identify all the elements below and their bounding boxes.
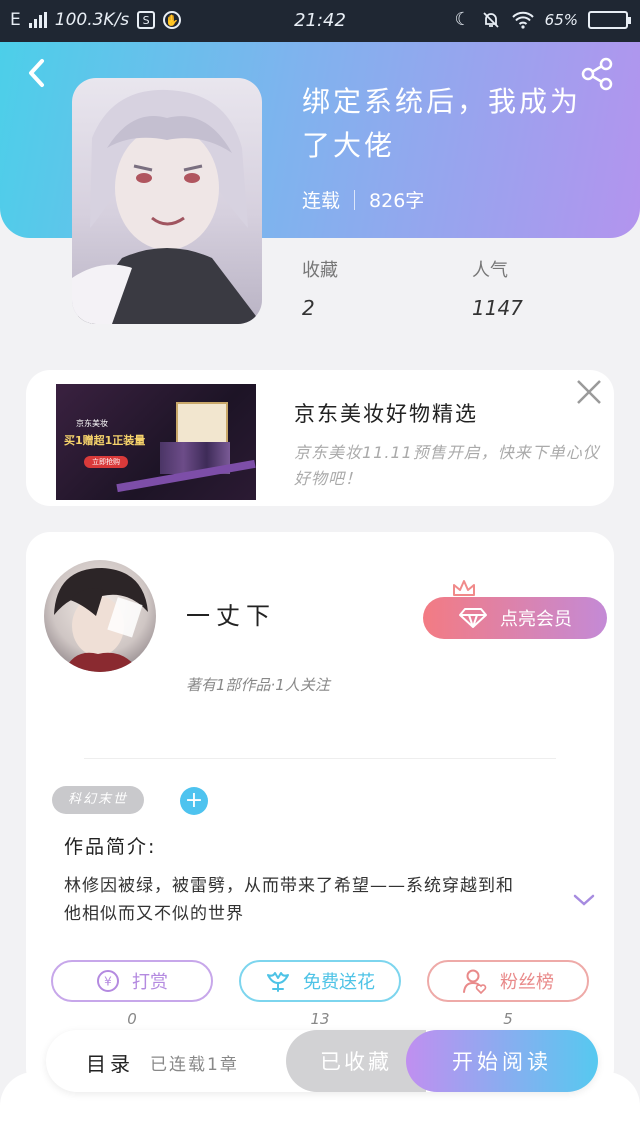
ad-image: 京东美妆 买1赠超1正装量 立即抢购 (56, 384, 256, 500)
flower-count: 13 (310, 1010, 330, 1028)
intro-text: 林修因被绿，被雷劈，从而带来了希望——系统穿越到和他相似而又不似的世界 (64, 876, 514, 924)
favorites-label: 收藏 (302, 260, 338, 281)
meta-divider (354, 189, 356, 210)
author-name[interactable]: 一丈下 (186, 596, 276, 631)
popularity-stat: 人气 1147 (472, 256, 523, 320)
yen-coin-icon: ¥ (97, 970, 119, 992)
battery-percent: 65% (544, 10, 578, 29)
fan-rank-label: 粉丝榜 (500, 972, 554, 993)
ad-card[interactable]: 京东美妆 买1赠超1正装量 立即抢购 京东美妆好物精选 京东美妆11.11预售开… (26, 370, 614, 506)
close-icon[interactable] (575, 378, 603, 406)
tip-count: 0 (127, 1010, 137, 1028)
start-reading-button[interactable]: 开始阅读 (406, 1030, 598, 1092)
status-right: ☾ 65% (454, 9, 631, 30)
crown-icon (453, 580, 475, 596)
diamond-icon (459, 608, 487, 628)
send-flower-button[interactable]: 免费送花 (239, 960, 401, 1002)
word-count: 826字 (369, 190, 425, 212)
favorites-stat: 收藏 2 (302, 256, 338, 320)
ad-description: 京东美妆11.11预售开启，快来下单心仪好物吧！ (294, 443, 600, 488)
ad-title: 京东美妆好物精选 (294, 402, 478, 426)
battery-icon (588, 10, 631, 29)
book-meta: 连载 826字 (302, 186, 424, 213)
genre-tag[interactable]: 科幻末世 (52, 786, 145, 814)
status-bar: E 100.3K/s S ✋ 21:42 ☾ 65% (0, 0, 640, 42)
cover-illustration (72, 89, 262, 324)
tip-label: 打赏 (132, 972, 168, 993)
author-avatar[interactable] (44, 560, 156, 672)
wifi-icon (511, 11, 534, 29)
ad-slogan: 买1赠超1正装量 (64, 434, 146, 447)
favorites-value: 2 (302, 296, 315, 320)
user-icon (463, 969, 487, 994)
avatar-illustration (54, 568, 148, 672)
vip-button-label: 点亮会员 (500, 609, 572, 630)
ad-brand: 京东美妆 (76, 419, 108, 428)
fan-count: 5 (503, 1010, 513, 1028)
serial-status: 连载 (302, 190, 341, 212)
popularity-label: 人气 (472, 260, 508, 281)
send-flower-label: 免费送花 (303, 972, 375, 993)
catalog-button[interactable]: 目录 (86, 1048, 134, 1077)
ad-buy-button: 立即抢购 (84, 456, 128, 468)
add-tag-button[interactable]: + (180, 787, 208, 815)
fan-rank-button[interactable]: 粉丝榜 (427, 960, 589, 1002)
author-stats: 著有1部作品·1人关注 (186, 676, 330, 694)
book-cover[interactable] (72, 78, 262, 324)
back-arrow-icon[interactable] (24, 56, 50, 90)
intro-label: 作品简介: (64, 836, 157, 858)
tip-button[interactable]: ¥ 打赏 (51, 960, 213, 1002)
svg-text:¥: ¥ (104, 975, 112, 989)
vip-button[interactable]: 点亮会员 (423, 597, 607, 639)
popularity-value: 1147 (472, 296, 523, 320)
chapter-count[interactable]: 已连载1章 (150, 1050, 239, 1075)
chevron-down-icon[interactable] (572, 892, 596, 908)
collected-button[interactable]: 已收藏 (286, 1030, 426, 1092)
mute-bell-icon (483, 11, 499, 28)
moon-icon: ☾ (454, 9, 471, 30)
book-title: 绑定系统后，我成为了大佬 (302, 85, 582, 162)
flower-icon (267, 972, 289, 992)
divider (84, 758, 556, 759)
